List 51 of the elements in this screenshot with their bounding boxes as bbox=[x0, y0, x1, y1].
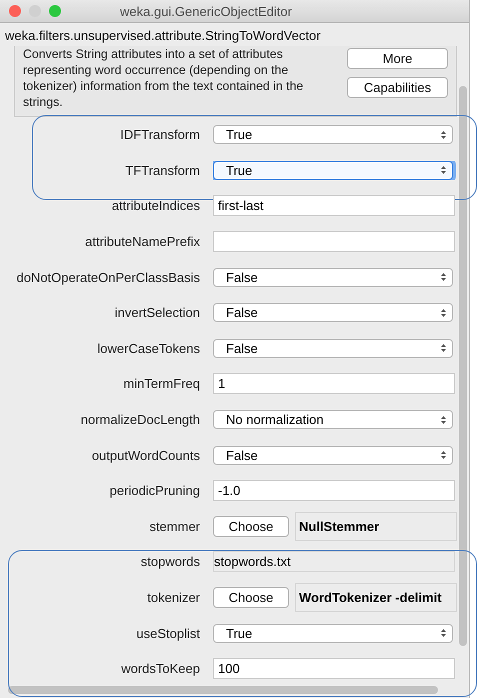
close-icon[interactable] bbox=[9, 5, 21, 17]
property-label: tokenizer bbox=[146, 590, 201, 606]
input-field[interactable]: -1.0 bbox=[213, 480, 455, 502]
input-field[interactable] bbox=[213, 231, 455, 252]
object-value: WordTokenizer -delimit bbox=[295, 583, 457, 612]
dropdown[interactable]: True bbox=[213, 624, 453, 643]
zoom-icon[interactable] bbox=[49, 5, 61, 17]
property-label: useStoplist bbox=[135, 626, 201, 641]
choose-button[interactable]: Choose bbox=[213, 587, 289, 608]
dropdown[interactable]: True bbox=[213, 125, 453, 144]
dropdown[interactable]: False bbox=[213, 303, 453, 322]
dropdown[interactable]: True bbox=[213, 160, 453, 180]
property-label: periodicPruning bbox=[108, 483, 201, 498]
stepper-icon bbox=[440, 130, 447, 140]
property-label: normalizeDocLength bbox=[80, 412, 201, 428]
class-name: weka.filters.unsupervised.attribute.StringToWordVector bbox=[4, 27, 322, 45]
dropdown[interactable]: False bbox=[213, 268, 453, 287]
property-label: minTermFreq bbox=[122, 376, 201, 392]
side-button[interactable]: Capabilities bbox=[347, 77, 448, 98]
stepper-icon bbox=[440, 450, 447, 460]
property-label: wordsToKeep bbox=[120, 661, 201, 676]
property-label: attributeNamePrefix bbox=[84, 234, 201, 250]
property-label: stopwords bbox=[140, 554, 201, 570]
property-label: lowerCaseTokens bbox=[96, 340, 201, 356]
dropdown[interactable]: False bbox=[213, 338, 453, 358]
file-value: stopwords.txt bbox=[213, 551, 455, 572]
property-label: invertSelection bbox=[114, 305, 201, 320]
property-label: outputWordCounts bbox=[90, 448, 201, 463]
dropdown[interactable]: No normalization bbox=[213, 410, 453, 430]
window-title: weka.gui.GenericObjectEditor bbox=[120, 4, 292, 18]
stepper-icon bbox=[440, 628, 447, 638]
stepper-icon bbox=[440, 272, 447, 282]
input-field[interactable]: 100 bbox=[213, 658, 455, 680]
dropdown[interactable]: False bbox=[213, 446, 453, 465]
stepper-icon bbox=[440, 308, 447, 318]
stepper-icon bbox=[440, 343, 447, 354]
input-field[interactable]: first-last bbox=[213, 195, 455, 216]
input-field[interactable]: 1 bbox=[213, 373, 455, 394]
property-label: TFTransform bbox=[124, 162, 201, 178]
property-label: stemmer bbox=[148, 518, 201, 534]
side-button[interactable]: More bbox=[347, 48, 448, 69]
property-label: attributeIndices bbox=[110, 198, 201, 214]
choose-button[interactable]: Choose bbox=[213, 516, 289, 537]
stepper-icon bbox=[440, 165, 447, 176]
scrollbar-thumb[interactable] bbox=[459, 86, 467, 646]
property-label: IDFTransform bbox=[119, 127, 201, 142]
property-label: doNotOperateOnPerClassBasis bbox=[15, 270, 201, 285]
object-value: NullStemmer bbox=[295, 512, 457, 541]
stepper-icon bbox=[440, 414, 447, 425]
scrollbar-thumb[interactable] bbox=[8, 686, 438, 694]
description: Converts String attributes into a set of attributes representing word occurrence (depending on the tokenizer) information from the text contained in the strings. bbox=[23, 46, 304, 110]
